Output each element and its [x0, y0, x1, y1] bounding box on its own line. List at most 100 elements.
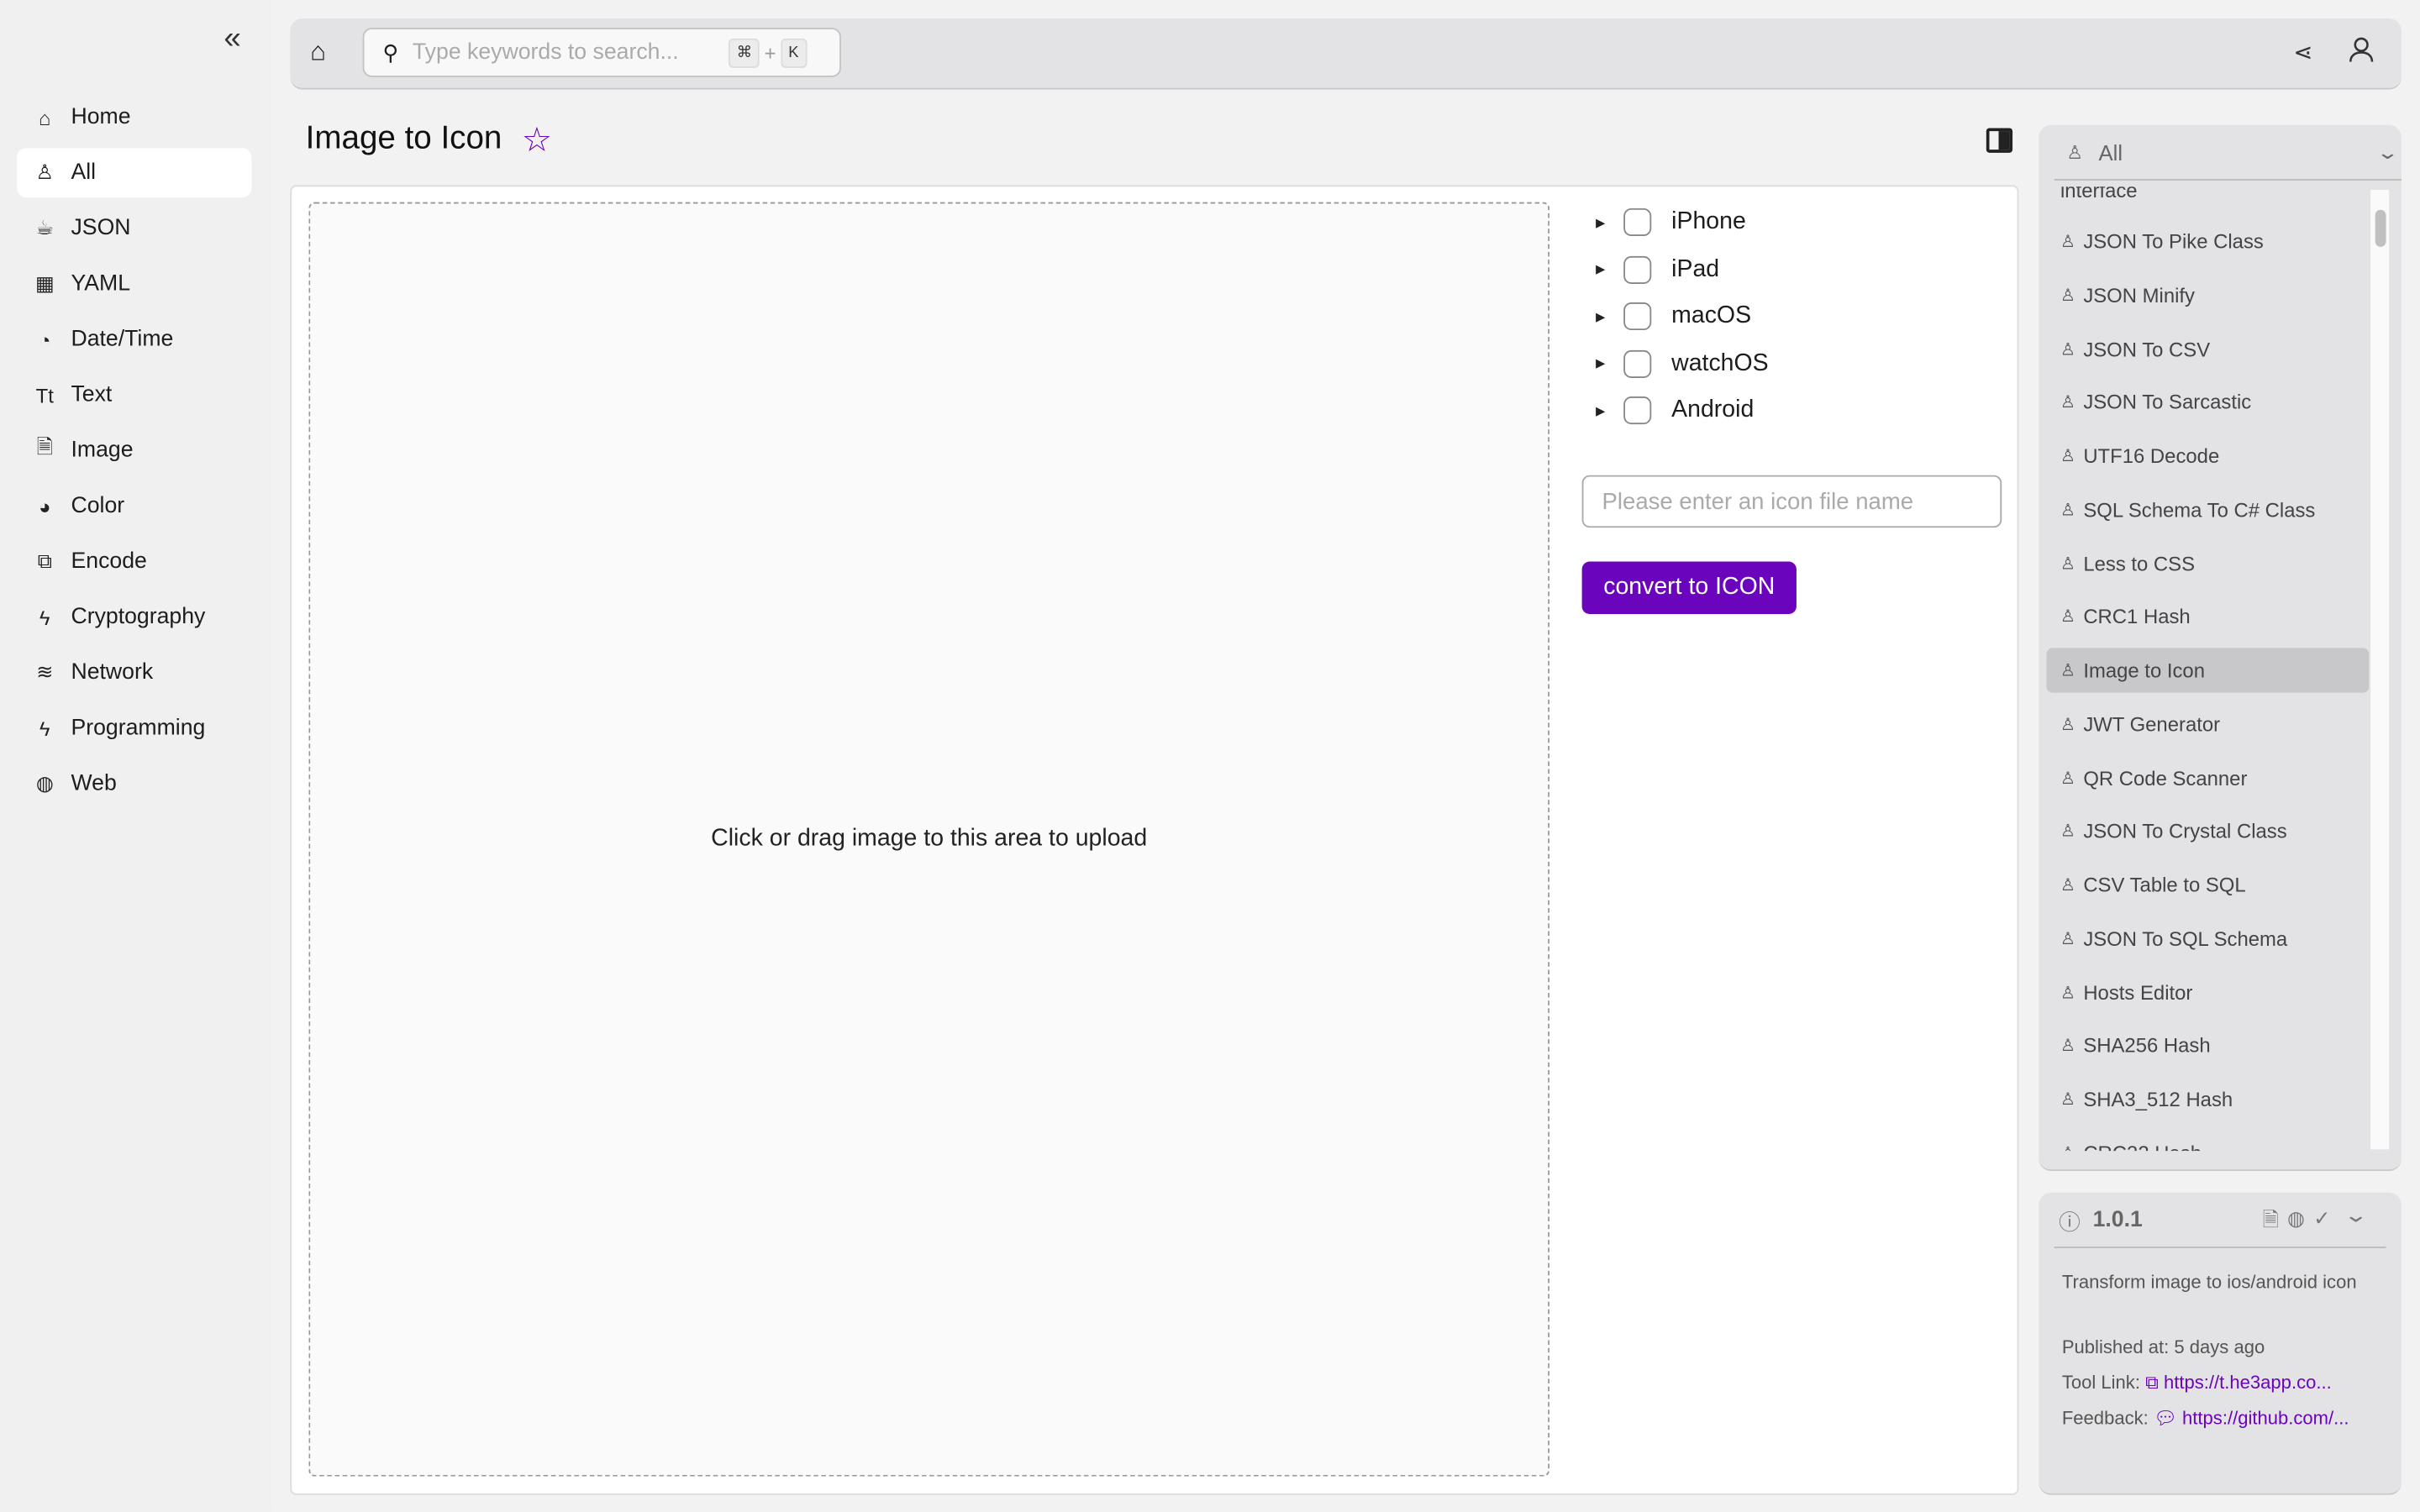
platform-checkbox[interactable]: [1623, 255, 1652, 284]
chat-icon[interactable]: 💬︎: [2154, 1407, 2177, 1429]
user-icon[interactable]: [2349, 35, 2374, 71]
tool-link[interactable]: https://t.he3app.co...: [2164, 1372, 2332, 1394]
collapse-sidebar-icon[interactable]: «: [224, 22, 240, 57]
sidebar-item-web[interactable]: ◍ Web: [17, 759, 251, 809]
search-icon: ⚲: [382, 39, 399, 65]
platform-checkbox[interactable]: [1623, 396, 1652, 425]
tool-list-item[interactable]: ♙ JSON Minify: [2046, 273, 2369, 318]
sidebar-item-json[interactable]: ☕︎ JSON: [17, 203, 251, 253]
tool-name: SHA3_512 Hash: [2083, 1087, 2233, 1111]
rocket-icon: ♙: [2060, 447, 2076, 466]
category-select[interactable]: ♙ All ⌄: [2054, 125, 2402, 181]
expand-caret-icon[interactable]: ▶: [1596, 403, 1623, 417]
expand-caret-icon[interactable]: ▶: [1596, 262, 1623, 276]
platform-checkbox[interactable]: [1623, 207, 1652, 237]
tool-name: UTF16 Decode: [2083, 444, 2220, 468]
sidebar-item-label: Text: [71, 382, 113, 407]
home-icon[interactable]: ⌂: [310, 37, 326, 68]
chevron-down-icon[interactable]: ⌄: [2344, 1204, 2369, 1228]
sidebar-item-text[interactable]: Tt Text: [17, 370, 251, 420]
tool-list-item[interactable]: ♙ Hosts Editor: [2046, 969, 2369, 1014]
expand-caret-icon[interactable]: ▶: [1596, 309, 1623, 323]
toggle-panel-icon[interactable]: [1986, 128, 2013, 153]
check-circle-icon[interactable]: ✓: [2313, 1206, 2330, 1231]
tool-list-item[interactable]: ♙ CRC32 Hash: [2046, 1131, 2369, 1151]
tool-list-item[interactable]: ♙ SHA3_512 Hash: [2046, 1077, 2369, 1121]
tool-list-item[interactable]: ♙ Less to CSS: [2046, 541, 2369, 585]
tool-list-item[interactable]: ♙ JSON To Crystal Class: [2046, 809, 2369, 853]
scrollbar-thumb[interactable]: [2375, 209, 2386, 247]
platform-checkbox[interactable]: [1623, 349, 1652, 378]
page-title: Image to Icon: [305, 120, 502, 156]
tool-list-item[interactable]: ♙ SHA256 Hash: [2046, 1023, 2369, 1068]
info-panel: ⓘ 1.0.1 🗎 ◍ ✓ ⌄ Transform image to ios/a…: [2039, 1192, 2402, 1495]
platform-option-ipad[interactable]: ▶ iPad: [1596, 250, 1719, 287]
tool-name: CRC32 Hash: [2083, 1142, 2202, 1151]
platform-option-iphone[interactable]: ▶ iPhone: [1596, 203, 1746, 240]
icon-filename-input[interactable]: [1581, 475, 2002, 528]
tool-name: JSON To Pike Class: [2083, 229, 2264, 254]
platform-label: Android: [1671, 396, 1754, 423]
tool-name: Less to CSS: [2083, 551, 2196, 575]
tool-list-item[interactable]: ♙ CRC1 Hash: [2046, 595, 2369, 639]
tool-list-item[interactable]: ♙ JWT Generator: [2046, 701, 2369, 746]
sidebar-item-date-time[interactable]: ◔ Date/Time: [17, 315, 251, 365]
tool-list-item[interactable]: ♙ QR Code Scanner: [2046, 755, 2369, 800]
sidebar-item-network[interactable]: ≋ Network: [17, 648, 251, 697]
rocket-icon: ♙: [2060, 393, 2076, 412]
platform-option-android[interactable]: ▶ Android: [1596, 392, 1754, 429]
tool-list-item[interactable]: ♙ JSON To CSV: [2046, 326, 2369, 370]
scrollbar[interactable]: [2370, 189, 2390, 1150]
pie-icon: ◕: [39, 494, 51, 518]
convert-button[interactable]: convert to ICON: [1581, 561, 1797, 615]
platform-label: iPad: [1671, 255, 1720, 282]
tool-list-item[interactable]: ♙ JSON To Pike Class: [2046, 219, 2369, 264]
rocket-icon: ♙: [2060, 876, 2076, 895]
sidebar-item-color[interactable]: ◕ Color: [17, 481, 251, 531]
tool-list-item[interactable]: ♙ SQL Schema To C# Class: [2046, 487, 2369, 532]
tool-list-item[interactable]: ♙ JSON To SQL Schema: [2046, 916, 2369, 961]
sidebar-item-image[interactable]: 🗎 Image: [17, 426, 251, 475]
shortcut-key: K: [781, 37, 807, 67]
tool-list-item[interactable]: ♙ JSON To Sarcastic: [2046, 380, 2369, 424]
rocket-icon: ♙: [2060, 608, 2076, 627]
globe-icon: ◍: [35, 771, 54, 795]
home-icon: ⌂: [39, 105, 51, 129]
platform-option-watchos[interactable]: ▶ watchOS: [1596, 345, 1769, 382]
sidebar-item-home[interactable]: ⌂ Home: [17, 92, 251, 142]
sidebar-item-cryptography[interactable]: ϟ Cryptography: [17, 592, 251, 642]
sidebar-item-label: Home: [71, 104, 131, 130]
sidebar-item-label: Encode: [71, 549, 147, 575]
rocket-icon: ♙: [2060, 983, 2076, 1002]
rocket-icon: ♙: [35, 160, 54, 184]
copy-icon[interactable]: ⧉: [2145, 1372, 2159, 1394]
tool-list-item[interactable]: ♙ UTF16 Decode: [2046, 433, 2369, 478]
sidebar-item-all[interactable]: ♙ All: [17, 148, 252, 198]
globe-icon[interactable]: ◍: [2287, 1206, 2305, 1231]
list-item-partial[interactable]: interface: [2046, 186, 2369, 213]
bolt-icon: ϟ: [39, 717, 50, 740]
tool-list-panel: ♙ All ⌄ interface ♙ JSON To Pike Class ♙ JS…: [2039, 124, 2402, 1172]
image-file-icon[interactable]: 🗎: [2263, 1206, 2279, 1240]
tool-list-item[interactable]: ♙ Image to Icon: [2046, 648, 2370, 693]
expand-caret-icon[interactable]: ▶: [1596, 215, 1623, 229]
sidebar-item-yaml[interactable]: ▦ YAML: [17, 260, 251, 309]
share-icon[interactable]: ⋖: [2293, 39, 2312, 66]
grid-icon: ▦: [34, 271, 55, 295]
upload-dropzone[interactable]: Click or drag image to this area to uplo…: [308, 202, 1550, 1477]
main-card: Click or drag image to this area to uplo…: [290, 185, 2019, 1495]
tool-name: SHA256 Hash: [2083, 1034, 2211, 1058]
expand-caret-icon[interactable]: ▶: [1596, 356, 1623, 370]
platform-checkbox[interactable]: [1623, 302, 1652, 331]
favorite-star-icon[interactable]: ☆: [522, 120, 552, 160]
tool-link-row: Tool Link: ⧉ https://t.he3app.co...: [2061, 1371, 2332, 1394]
sidebar-item-label: YAML: [71, 271, 131, 297]
top-bar: ⌂ ⚲ Type keywords to search... ⌘ + K ⋖: [290, 18, 2402, 90]
search-input[interactable]: ⚲ Type keywords to search... ⌘ + K: [362, 28, 842, 77]
sidebar-item-encode[interactable]: ⧉ Encode: [17, 537, 251, 586]
sidebar-item-programming[interactable]: ϟ Programming: [17, 704, 251, 753]
tool-list-item[interactable]: ♙ CSV Table to SQL: [2046, 863, 2369, 907]
bolt-icon: ϟ: [39, 605, 50, 629]
platform-option-macos[interactable]: ▶ macOS: [1596, 297, 1751, 334]
feedback-link[interactable]: https://github.com/...: [2182, 1407, 2349, 1429]
